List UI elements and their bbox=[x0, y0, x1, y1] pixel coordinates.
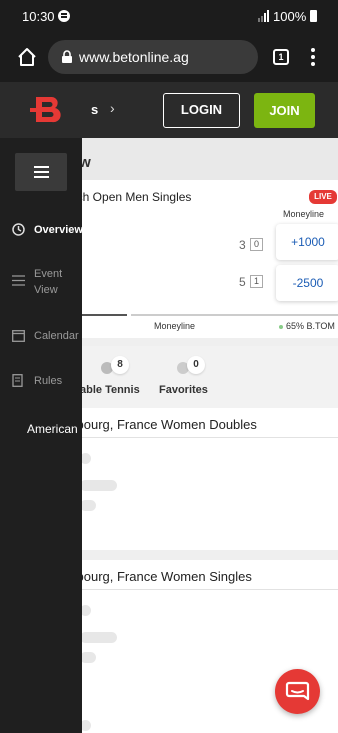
site-header: s › LOGIN JOIN bbox=[0, 82, 338, 138]
sidebar-item-calendar[interactable]: Calendar bbox=[0, 328, 82, 344]
browser-toolbar: www.betonline.ag 1 bbox=[0, 34, 338, 82]
loading-placeholder bbox=[80, 480, 117, 491]
player1-odds-button[interactable]: +1000 bbox=[276, 224, 338, 260]
player2-games: 1 bbox=[250, 275, 263, 288]
event-title: sbourg, France Women Singles bbox=[70, 569, 252, 584]
status-time: 10:30 bbox=[22, 9, 55, 24]
loading-placeholder bbox=[80, 500, 96, 511]
battery-icon bbox=[310, 10, 317, 22]
status-bar: 10:30 100% bbox=[0, 0, 338, 34]
tab-favorites[interactable]: 0 Favorites bbox=[155, 346, 225, 408]
sidebar-item-rules[interactable]: Rules bbox=[0, 373, 82, 389]
sidebar: Overview Event View Calendar Rules Ameri… bbox=[0, 138, 83, 733]
player2-score: 5 bbox=[239, 275, 246, 289]
sidebar-item-label: Rules bbox=[34, 375, 63, 387]
player1-score: 3 bbox=[239, 238, 246, 252]
spotify-icon bbox=[58, 10, 70, 22]
overview-icon bbox=[12, 223, 25, 236]
event-title: sbourg, France Women Doubles bbox=[70, 417, 257, 432]
rules-icon bbox=[12, 374, 23, 387]
match-title: nch Open Men Singles bbox=[70, 190, 192, 204]
sidebar-item-overview[interactable]: Overview bbox=[0, 222, 83, 238]
join-button[interactable]: JOIN bbox=[254, 93, 315, 128]
address-bar[interactable]: www.betonline.ag bbox=[48, 40, 258, 74]
sidebar-item-event-view[interactable]: Event View bbox=[0, 266, 82, 298]
menu-toggle-button[interactable] bbox=[15, 153, 67, 191]
moneyline-column-label: Moneyline bbox=[283, 209, 325, 219]
list-icon bbox=[12, 275, 25, 286]
url-text: www.betonline.ag bbox=[79, 49, 189, 65]
loading-placeholder bbox=[80, 652, 96, 663]
odds-format-selector[interactable]: American bbox=[27, 422, 78, 436]
player1-games: 0 bbox=[250, 238, 263, 251]
calendar-icon bbox=[12, 330, 25, 342]
lock-icon bbox=[62, 50, 72, 63]
sidebar-item-label: Event View bbox=[34, 268, 63, 296]
chat-button[interactable] bbox=[275, 669, 320, 714]
chat-icon bbox=[285, 681, 310, 701]
browser-menu-icon[interactable] bbox=[311, 48, 315, 66]
chevron-right-icon: › bbox=[110, 100, 115, 116]
market-label: Moneyline bbox=[154, 321, 196, 331]
tab-label: Favorites bbox=[159, 384, 208, 396]
loading-placeholder bbox=[80, 632, 117, 643]
tab-switcher-icon[interactable]: 1 bbox=[273, 49, 289, 65]
login-button[interactable]: LOGIN bbox=[163, 93, 240, 128]
tab-label: able Tennis bbox=[80, 384, 140, 396]
home-icon[interactable] bbox=[16, 46, 38, 68]
signal-icon bbox=[258, 10, 269, 22]
battery-percent: 100% bbox=[273, 9, 307, 24]
header-breadcrumb[interactable]: s bbox=[91, 102, 98, 117]
tab-count: 0 bbox=[187, 356, 205, 374]
betonline-logo[interactable] bbox=[30, 94, 64, 126]
live-badge: LIVE bbox=[309, 190, 337, 204]
sidebar-item-label: Calendar bbox=[34, 330, 79, 342]
bet-percentage: 65% B.TOM bbox=[286, 321, 335, 331]
tab-count: 8 bbox=[111, 356, 129, 374]
trend-dot-icon bbox=[279, 325, 283, 329]
player2-odds-button[interactable]: -2500 bbox=[276, 265, 338, 301]
sidebar-item-label: Overview bbox=[34, 224, 83, 236]
